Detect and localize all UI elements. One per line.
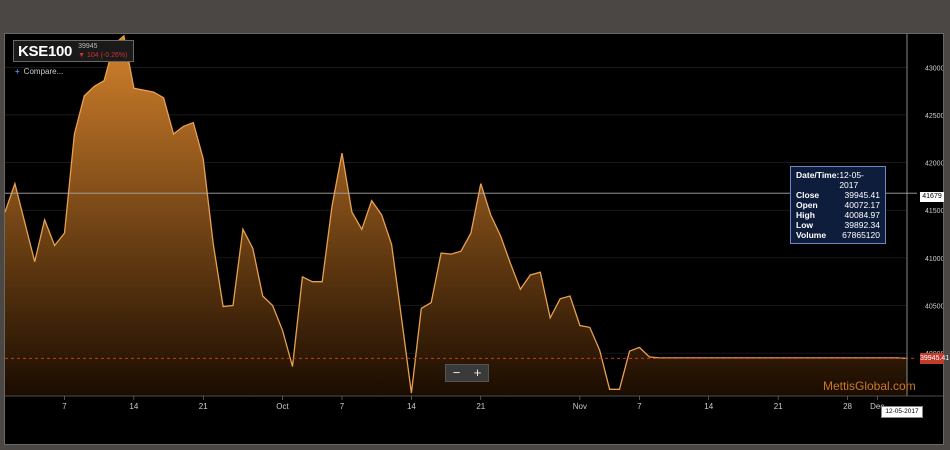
y-tick-label: 40500 — [925, 304, 943, 311]
x-tick-label: Nov — [573, 402, 587, 411]
compare-button[interactable]: + Compare... — [15, 67, 63, 76]
x-tick-label: Oct — [276, 402, 289, 411]
tooltip-row: Close 39945.41 — [796, 190, 880, 200]
tooltip-value: 39892.34 — [844, 220, 880, 230]
tooltip-value: 67865120 — [842, 230, 880, 240]
tooltip-value: 12-05-2017 — [839, 170, 864, 190]
crosshair-date-label: 12-05-2017 — [881, 406, 923, 418]
tooltip-value: 40084.97 — [844, 210, 880, 220]
ticker-change: ▼ 104 (-0.26%) — [78, 51, 127, 60]
x-tick-label: 28 — [843, 402, 852, 411]
y-tick-label: 41000 — [925, 256, 943, 263]
ticker-badge: KSE100 39945 ▼ 104 (-0.26%) — [13, 40, 135, 62]
x-tick-label: 21 — [774, 402, 783, 411]
tooltip-key: Close — [796, 190, 820, 200]
ticker-symbol: KSE100 — [18, 42, 73, 60]
x-tick-label: 14 — [704, 402, 713, 411]
ticker-price: 39945 — [78, 43, 98, 50]
tooltip-row: Volume 67865120 — [796, 230, 880, 240]
y-tick-label: 43000 — [925, 65, 943, 72]
y-tick-label: 42500 — [925, 113, 943, 120]
y-tick-label: 41500 — [925, 208, 943, 215]
x-tick-label: 21 — [476, 402, 485, 411]
x-tick-label: 14 — [407, 402, 416, 411]
y-tick-label: 42000 — [925, 161, 943, 168]
tooltip-key: High — [796, 210, 815, 220]
x-tick-label: 7 — [62, 402, 67, 411]
compare-label: Compare... — [23, 67, 64, 76]
zoom-out-button[interactable]: − — [446, 365, 467, 381]
tooltip-value: 39945.41 — [844, 190, 880, 200]
tooltip-key: Low — [796, 220, 813, 230]
zoom-in-button[interactable]: + — [467, 365, 488, 381]
tooltip-row: Date/Time: 12-05-2017 — [796, 170, 880, 190]
tooltip-key: Date/Time: — [796, 170, 840, 180]
ticker-change-value: 104 (-0.26%) — [86, 52, 128, 59]
tooltip-row: High 40084.97 — [796, 210, 880, 220]
tooltip-row: Open 40072.17 — [796, 200, 880, 210]
x-tick-label: 21 — [199, 402, 208, 411]
zoom-controls: − + — [445, 364, 489, 382]
tooltip-key: Open — [796, 200, 818, 210]
tooltip-key: Volume — [796, 230, 827, 240]
x-tick-label: 14 — [129, 402, 138, 411]
tooltip-value: 40072.17 — [844, 200, 880, 210]
chart-frame: 40000405004100041500420004250043000 7142… — [4, 33, 950, 445]
crosshair-price-label: 41679 — [920, 192, 944, 202]
x-tick-label: 7 — [637, 402, 642, 411]
last-price-label: 39945.41 — [920, 353, 950, 364]
plus-icon: + — [15, 67, 20, 76]
watermark: MettisGlobal.com — [823, 379, 916, 393]
tooltip-row: Low 39892.34 — [796, 220, 880, 230]
data-tooltip: Date/Time: 12-05-2017 Close 39945.41 Open 400… — [790, 166, 886, 244]
x-tick-label: 7 — [340, 402, 345, 411]
down-arrow-icon: ▼ — [78, 52, 87, 59]
